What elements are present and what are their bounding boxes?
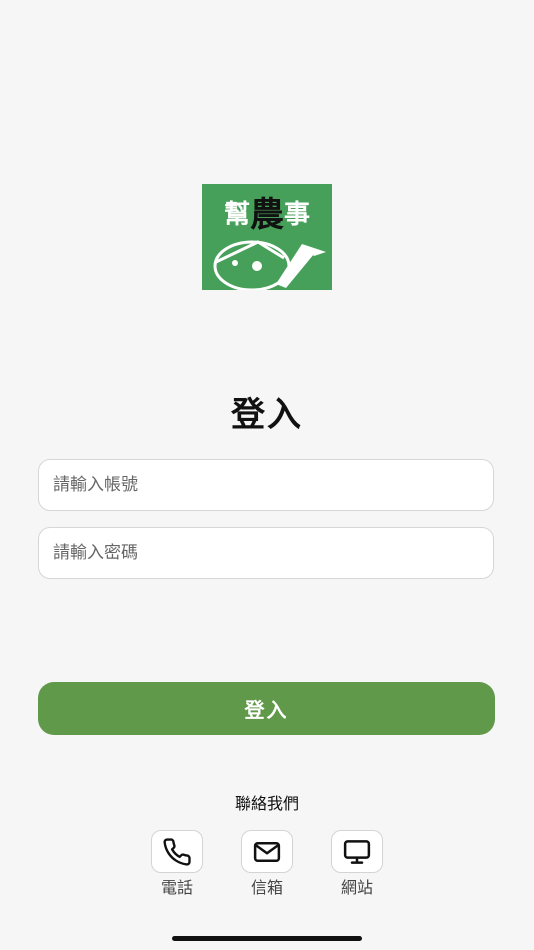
mail-icon[interactable] xyxy=(241,830,293,873)
account-input[interactable] xyxy=(38,459,494,511)
logo-char-2: 農 xyxy=(250,195,284,235)
contact-website-button[interactable]: 網站 xyxy=(331,830,383,898)
contact-title: 聯絡我們 xyxy=(234,794,299,813)
page-title: 登入 xyxy=(231,395,303,435)
logo-char-3: 事 xyxy=(284,200,311,230)
contact-mail-button[interactable]: 信箱 xyxy=(241,830,293,898)
monitor-icon[interactable] xyxy=(331,830,383,873)
contact-website-label: 網站 xyxy=(340,878,373,897)
phone-icon[interactable] xyxy=(151,830,203,873)
password-input[interactable] xyxy=(38,527,494,579)
contact-phone-label: 電話 xyxy=(160,878,193,897)
app-logo: 幫農事 xyxy=(202,184,332,290)
contact-mail-label: 信箱 xyxy=(250,878,283,897)
contact-phone-button[interactable]: 電話 xyxy=(151,830,203,898)
logo-char-1: 幫 xyxy=(223,200,250,230)
logo-wordmark: 幫農事 xyxy=(202,198,332,232)
home-indicator xyxy=(172,936,362,941)
login-button[interactable]: 登入 xyxy=(38,682,495,735)
